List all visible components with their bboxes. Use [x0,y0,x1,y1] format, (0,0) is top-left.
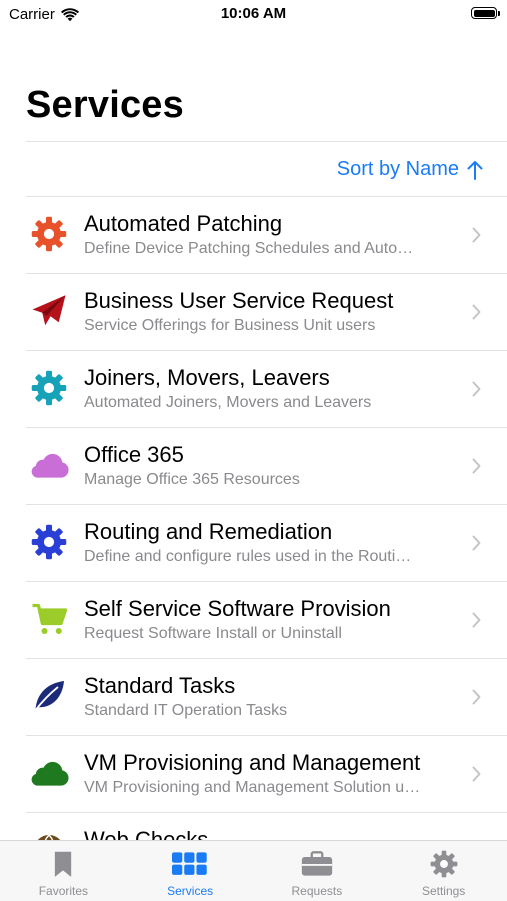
service-subtitle: Define Device Patching Schedules and Aut… [84,240,414,257]
tab-requests[interactable]: Requests [254,841,381,901]
tab-label: Services [167,884,214,898]
arrow-up-icon [467,160,483,180]
service-row[interactable]: Self Service Software Provision Request S… [0,582,507,659]
chevron-right-icon [472,689,481,705]
services-list: Automated Patching Define Device Patching… [0,197,507,890]
status-time: 10:06 AM [220,5,287,22]
service-subtitle: Automated Joiners, Movers and Leavers [84,394,372,411]
sort-by-name-button[interactable]: Sort by Name [337,158,483,181]
service-title: Standard Tasks [84,673,236,698]
service-subtitle: Service Offerings for Business Unit user… [84,317,376,334]
gear-icon [424,849,464,879]
briefcase-icon [297,849,337,879]
tab-label: Settings [421,884,466,898]
gear-icon [27,214,71,254]
gear-icon [27,522,71,562]
service-subtitle: Define and configure rules used in the R… [84,548,412,565]
grid-icon [170,849,210,879]
service-row[interactable]: Joiners, Movers, Leavers Automated Joiner… [0,351,507,428]
page-title: Services [26,84,184,126]
service-subtitle: Request Software Install or Uninstall [84,625,342,642]
service-title: Business User Service Request [84,288,394,313]
leaf-icon [27,676,71,716]
service-title: Automated Patching [84,211,283,236]
tab-favorites[interactable]: Favorites [0,841,127,901]
chevron-right-icon [472,381,481,397]
chevron-right-icon [472,458,481,474]
gear-icon [27,368,71,408]
tab-settings[interactable]: Settings [380,841,507,901]
sort-label: Sort by Name [336,158,459,180]
service-row[interactable]: VM Provisioning and Management VM Provisi… [0,736,507,813]
cart-icon [27,599,71,639]
paper-plane-icon [27,291,71,331]
bookmark-icon [43,849,83,879]
service-title: VM Provisioning and Management [84,750,421,775]
service-row[interactable]: Routing and Remediation Define and config… [0,505,507,582]
service-title: Joiners, Movers, Leavers [84,365,330,390]
chevron-right-icon [472,612,481,628]
tab-label: Requests [291,884,343,898]
service-subtitle: VM Provisioning and Management Solution … [84,779,421,796]
tab-label: Favorites [38,884,89,898]
service-subtitle: Standard IT Operation Tasks [84,702,288,719]
service-row[interactable]: Automated Patching Define Device Patching… [0,197,507,274]
service-row[interactable]: Standard Tasks Standard IT Operation Task… [0,659,507,736]
service-title: Routing and Remediation [84,519,333,544]
tab-services[interactable]: Services [127,841,254,901]
tab-bar: Favorites Services Requests Settings [0,840,507,901]
sort-bar: Sort by Name [26,142,507,197]
service-row[interactable]: Business User Service Request Service Off… [0,274,507,351]
chevron-right-icon [472,766,481,782]
cloud-icon [27,753,71,793]
battery-icon [471,7,500,19]
service-row[interactable]: Office 365 Manage Office 365 Resources [0,428,507,505]
cloud-icon [27,445,71,485]
status-bar: Carrier 10:06 AM [0,0,507,30]
service-title: Office 365 [84,442,184,467]
service-title: Self Service Software Provision [84,596,391,621]
service-subtitle: Manage Office 365 Resources [84,471,300,488]
chevron-right-icon [472,535,481,551]
chevron-right-icon [472,227,481,243]
chevron-right-icon [472,304,481,320]
